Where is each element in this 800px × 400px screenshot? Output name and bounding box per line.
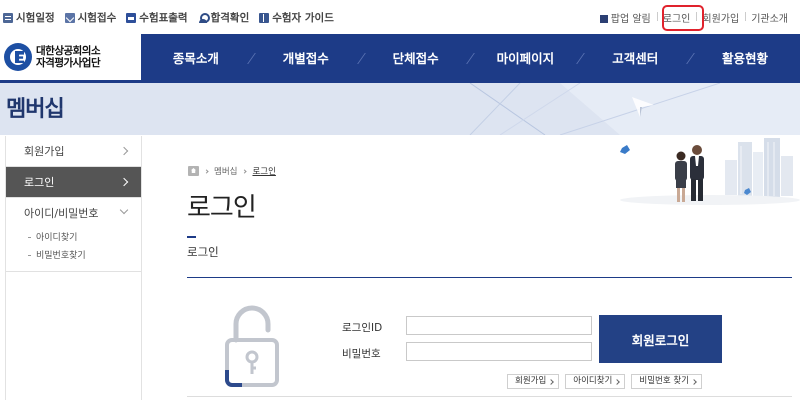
man-figure: [690, 145, 704, 201]
login-id-label: 로그인ID: [342, 322, 383, 334]
page-title: 로그인: [187, 193, 257, 223]
org-intro-link[interactable]: 기관소개: [745, 10, 794, 25]
section-title: 멤버십: [6, 97, 65, 122]
find-id-button[interactable]: 아이디찾기: [565, 374, 626, 389]
logo-text: 대한상공회의소 자격평가사업단: [36, 45, 101, 69]
sidebar-subitem-find-password[interactable]: 비밀번호찾기: [28, 247, 141, 265]
gnb-item-mypage[interactable]: 마이페이지: [470, 34, 580, 83]
login-helper-links: 회원가입 아이디찾기 비밀번호 찾기: [507, 374, 703, 389]
pass-check-link[interactable]: 합격확인: [198, 10, 250, 25]
guide-icon: [259, 12, 270, 23]
business-people-illustration: [620, 138, 800, 205]
print-icon: [126, 12, 137, 23]
sidebar-item-label: 로그인: [24, 176, 55, 189]
gnb-item-subjects[interactable]: 종목소개: [141, 34, 251, 83]
examinee-guide-label: 수험자 가이드: [272, 12, 334, 24]
breadcrumb-current: 로그인: [252, 167, 276, 177]
find-password-button[interactable]: 비밀번호 찾기: [631, 374, 703, 389]
gnb-item-customer[interactable]: 고객센터: [580, 34, 690, 83]
section-banner: 멤버십: [0, 83, 800, 135]
sidebar: 회원가입 로그인 아이디/비밀번호 아이디찾기 비밀번호찾기: [5, 136, 142, 400]
password-label: 비밀번호: [342, 348, 381, 360]
breadcrumb: 멤버십 로그인: [188, 165, 276, 177]
chevron-down-icon: [119, 205, 129, 215]
member-login-button[interactable]: 회원로그인: [599, 315, 722, 363]
login-id-input[interactable]: [406, 316, 592, 335]
person-icon: [198, 12, 210, 23]
gnb-item-individual[interactable]: 개별접수: [251, 34, 361, 83]
breadcrumb-separator-icon: [204, 168, 209, 174]
global-nav: 대한상공회의소 자격평가사업단 종목소개 개별접수 단체접수 마이페이지 고객센…: [0, 34, 800, 83]
password-input[interactable]: [406, 342, 592, 361]
breadcrumb-separator-icon: [242, 168, 248, 174]
gnb-menu: 종목소개 개별접수 단체접수 마이페이지 고객센터 활용현황: [141, 34, 800, 83]
home-icon[interactable]: [188, 166, 199, 176]
login-highlight-box: [662, 5, 704, 31]
logo-line2: 자격평가사업단: [36, 57, 101, 69]
gnb-item-usage[interactable]: 활용현황: [690, 34, 800, 83]
banner-decoration: [0, 83, 800, 135]
join-button[interactable]: 회원가입: [507, 374, 560, 389]
sidebar-item-label: 회원가입: [24, 145, 65, 158]
exam-registration-link[interactable]: 시험접수: [64, 10, 117, 25]
sidebar-sub-list: 아이디찾기 비밀번호찾기: [6, 229, 141, 272]
logo-line1: 대한상공회의소: [36, 45, 101, 57]
tab-label: 로그인: [187, 245, 219, 259]
sidebar-item-login[interactable]: 로그인: [6, 167, 141, 198]
woman-figure: [675, 151, 687, 202]
admission-ticket-link[interactable]: 수험표출력: [126, 10, 188, 25]
examinee-guide-link[interactable]: 수험자 가이드: [259, 10, 334, 25]
breadcrumb-level1[interactable]: 멤버십: [214, 165, 237, 177]
site-logo[interactable]: 대한상공회의소 자격평가사업단: [0, 34, 141, 83]
sidebar-item-join[interactable]: 회원가입: [6, 136, 141, 167]
tab-indicator: [187, 236, 196, 238]
gnb-item-group[interactable]: 단체접수: [361, 34, 471, 83]
document-icon: [64, 12, 75, 23]
padlock-icon: [225, 305, 279, 387]
exam-registration-label: 시험접수: [77, 12, 117, 24]
city-buildings-icon: [620, 138, 800, 205]
sidebar-subitem-find-id[interactable]: 아이디찾기: [28, 229, 141, 247]
content-tab: 로그인: [187, 236, 792, 260]
utility-bar: 시험일정 시험접수 수험표출력 합격확인 수험자 가이드 팝업 알림 로그인 회…: [0, 0, 800, 34]
admission-ticket-label: 수험표출력: [139, 12, 188, 24]
form-bottom-divider: [187, 396, 792, 397]
exam-schedule-link[interactable]: 시험일정: [3, 10, 55, 25]
cube-icon: [620, 145, 630, 154]
exam-schedule-label: 시험일정: [16, 12, 55, 24]
chevron-right-icon: [119, 146, 129, 156]
chamber-logo-icon: [4, 43, 32, 71]
tab-divider: [187, 277, 792, 278]
pass-check-label: 합격확인: [210, 12, 250, 24]
popup-notice-label: 팝업 알림: [610, 14, 651, 25]
popup-notice-link[interactable]: 팝업 알림: [594, 10, 657, 25]
sidebar-item-id-password[interactable]: 아이디/비밀번호: [6, 198, 141, 229]
chevron-right-icon: [119, 177, 129, 187]
utility-links-left: 시험일정 시험접수 수험표출력 합격확인 수험자 가이드: [3, 10, 334, 25]
popup-icon: [599, 15, 608, 23]
calendar-icon: [3, 12, 13, 23]
sidebar-item-label: 아이디/비밀번호: [24, 207, 99, 220]
